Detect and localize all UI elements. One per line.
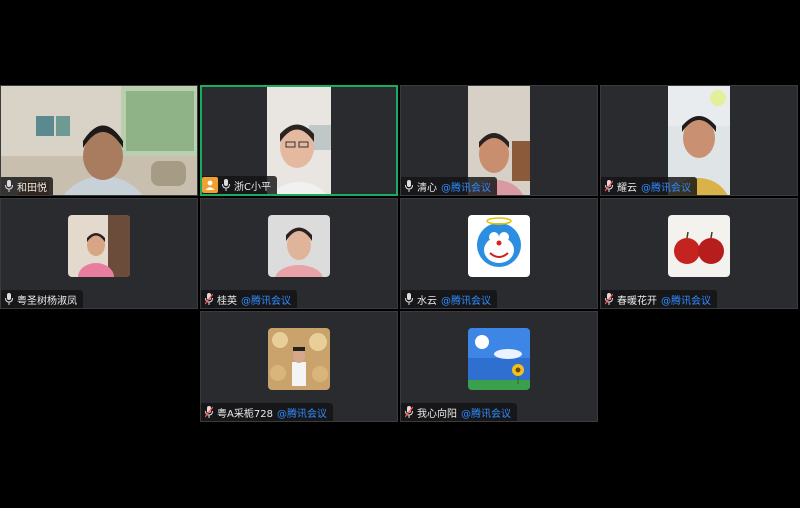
participant-name: 粤A采栀728 <box>217 408 273 420</box>
participant-name: 清心 <box>417 182 437 194</box>
name-bar: 粤圣树杨淑凤 <box>1 290 83 308</box>
app-suffix: @腾讯会议 <box>441 295 491 307</box>
host-icon <box>202 177 218 193</box>
microphone-icon <box>405 180 413 192</box>
video-tile-zhec-xiaoping[interactable]: 浙C小平 <box>200 85 398 196</box>
microphone-muted-icon <box>205 406 213 418</box>
app-suffix: @腾讯会议 <box>461 408 511 420</box>
name-bar: 桂英 @腾讯会议 <box>201 290 297 308</box>
participant-name: 和田悦 <box>17 182 47 194</box>
app-suffix: @腾讯会议 <box>441 182 491 194</box>
app-suffix: @腾讯会议 <box>661 295 711 307</box>
video-tile-woxinxiangyang[interactable]: 我心向阳 @腾讯会议 <box>400 311 598 422</box>
name-bar: 耀云 @腾讯会议 <box>601 177 697 195</box>
microphone-icon <box>5 180 13 192</box>
microphone-muted-icon <box>605 293 613 305</box>
avatar <box>268 328 330 390</box>
app-suffix: @腾讯会议 <box>276 408 327 420</box>
video-tile-chunnuanhuakai[interactable]: 春暖花开 @腾讯会议 <box>600 198 798 309</box>
app-suffix: @腾讯会议 <box>241 295 291 307</box>
video-tile-yuea-caizhi[interactable]: 粤A采栀728 @腾讯会议 <box>200 311 398 422</box>
avatar <box>68 215 130 277</box>
name-bar: 春暖花开 @腾讯会议 <box>601 290 717 308</box>
video-tile-yue-shengshu[interactable]: 粤圣树杨淑凤 <box>0 198 198 309</box>
microphone-icon <box>405 293 413 305</box>
microphone-icon <box>5 293 13 305</box>
app-suffix: @腾讯会议 <box>641 182 691 194</box>
participant-name: 桂英 <box>217 295 237 307</box>
avatar <box>268 215 330 277</box>
microphone-muted-icon <box>605 180 613 192</box>
name-bar: 我心向阳 @腾讯会议 <box>401 403 517 421</box>
name-bar: 和田悦 <box>1 177 53 195</box>
video-tile-guiying[interactable]: 桂英 @腾讯会议 <box>200 198 398 309</box>
name-bar: 浙C小平 <box>202 176 277 194</box>
name-bar: 清心 @腾讯会议 <box>401 177 497 195</box>
participant-name: 粤圣树杨淑凤 <box>17 295 77 307</box>
avatar <box>668 215 730 277</box>
name-bar: 水云 @腾讯会议 <box>401 290 497 308</box>
participant-name: 我心向阳 <box>417 408 457 420</box>
participant-name: 浙C小平 <box>234 181 271 193</box>
video-tile-qingxin[interactable]: 清心 @腾讯会议 <box>400 85 598 196</box>
video-tile-heti[interactable]: 和田悦 <box>0 85 198 196</box>
participant-name: 春暖花开 <box>617 295 657 307</box>
participant-name: 耀云 <box>617 182 637 194</box>
microphone-muted-icon <box>205 293 213 305</box>
avatar <box>468 215 530 277</box>
participant-name: 水云 <box>417 295 437 307</box>
avatar <box>468 328 530 390</box>
video-tile-shuiyun[interactable]: 水云 @腾讯会议 <box>400 198 598 309</box>
video-tile-yaoyun[interactable]: 耀云 @腾讯会议 <box>600 85 798 196</box>
name-bar: 粤A采栀728 @腾讯会议 <box>201 403 333 421</box>
microphone-muted-icon <box>405 406 413 418</box>
microphone-icon <box>222 179 230 191</box>
